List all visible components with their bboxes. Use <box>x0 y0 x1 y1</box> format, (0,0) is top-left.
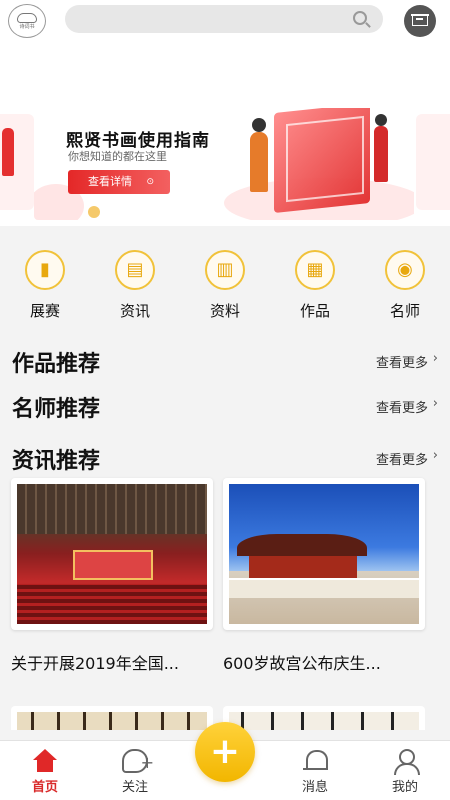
chevron-right-icon[interactable]: › <box>433 351 438 366</box>
decor-dot <box>88 206 100 218</box>
news-card[interactable] <box>11 478 213 630</box>
top-header: 诗词书 <box>0 0 450 108</box>
illustration-head <box>375 114 387 126</box>
inbox-icon <box>411 14 429 26</box>
recommendations: 作品推荐 查看更多 › 名师推荐 查看更多 › 资讯推荐 查看更多 › 关于开展… <box>0 334 450 740</box>
news-card[interactable] <box>11 706 213 730</box>
category-label: 名师 <box>389 302 420 320</box>
home-icon <box>32 749 58 773</box>
chevron-right-icon[interactable]: › <box>433 448 438 463</box>
section-title: 名师推荐 <box>12 397 101 422</box>
decor <box>237 534 367 556</box>
nav-label: 消息 <box>301 780 328 795</box>
view-details-button[interactable]: 查看详情 <box>68 170 170 194</box>
app-logo[interactable]: 诗词书 <box>8 4 46 38</box>
category-label: 资讯 <box>119 302 150 320</box>
category-row: ▮ 展赛 ▤ 资讯 ▥ 资料 ▦ 作品 ◉ 名师 <box>0 250 450 334</box>
follow-icon <box>122 749 154 773</box>
artwork-icon: ▦ <box>295 250 335 290</box>
plus-icon: + <box>209 731 241 772</box>
news-card[interactable] <box>223 706 425 730</box>
inbox-button[interactable] <box>404 5 436 37</box>
logo-text: 诗词书 <box>19 23 35 30</box>
banner-next-card[interactable] <box>416 114 450 210</box>
news-image-calligraphy <box>17 712 207 730</box>
news-image-conference-hall <box>17 484 207 624</box>
category-materials[interactable]: ▥ 资料 <box>180 250 270 334</box>
decor <box>17 584 207 624</box>
nav-label: 我的 <box>391 780 418 795</box>
illustration-head <box>252 118 266 132</box>
trophy-icon: ▮ <box>25 250 65 290</box>
category-news[interactable]: ▤ 资讯 <box>90 250 180 334</box>
banner-slide[interactable]: 熙贤书画使用指南 你想知道的都在这里 查看详情 <box>34 108 414 220</box>
decor <box>229 578 419 598</box>
nav-profile[interactable]: 我的 <box>365 741 445 800</box>
decor <box>17 484 207 534</box>
nav-follow[interactable]: 关注 <box>95 741 175 800</box>
cloud-icon <box>17 12 37 23</box>
chevron-right-icon[interactable]: › <box>433 396 438 411</box>
nav-label: 关注 <box>121 780 148 795</box>
search-icon[interactable] <box>353 11 367 25</box>
category-exhibitions[interactable]: ▮ 展赛 <box>0 250 90 334</box>
news-card[interactable] <box>223 478 425 630</box>
see-more-link[interactable]: 查看更多 <box>376 352 428 371</box>
section-title: 作品推荐 <box>12 352 101 377</box>
illustration-woman <box>250 132 268 192</box>
banner-carousel[interactable]: 熙贤书画使用指南 你想知道的都在这里 查看详情 <box>0 108 450 226</box>
books-icon: ▥ <box>205 250 245 290</box>
category-label: 展赛 <box>29 302 60 320</box>
section-title: 资讯推荐 <box>12 449 101 474</box>
works-section-header: 作品推荐 查看更多 › <box>0 340 450 377</box>
category-works[interactable]: ▦ 作品 <box>270 250 360 334</box>
nav-home[interactable]: 首页 <box>5 741 85 800</box>
banner-subtitle: 你想知道的都在这里 <box>68 150 167 163</box>
news-image-palace <box>229 484 419 624</box>
category-label: 作品 <box>299 302 330 320</box>
illustration-man <box>374 126 388 182</box>
nav-messages[interactable]: 消息 <box>275 741 355 800</box>
illustration-screen-frame <box>286 115 364 203</box>
decor <box>73 550 153 580</box>
decor <box>249 556 357 578</box>
teacher-icon: ◉ <box>385 250 425 290</box>
nav-label: 首页 <box>31 780 58 795</box>
user-icon <box>392 749 420 775</box>
masters-section-header: 名师推荐 查看更多 › <box>0 385 450 422</box>
illustration-figure <box>2 128 14 176</box>
bell-icon <box>302 749 328 773</box>
see-more-link[interactable]: 查看更多 <box>376 449 428 468</box>
see-more-link[interactable]: 查看更多 <box>376 397 428 416</box>
create-post-button[interactable]: + <box>195 722 255 782</box>
category-label: 资料 <box>209 302 240 320</box>
news-image-calligraphy <box>229 712 419 730</box>
news-section-header: 资讯推荐 查看更多 › <box>0 437 450 474</box>
news-caption[interactable]: 600岁故宫公布庆生... <box>223 650 381 674</box>
news-caption[interactable]: 关于开展2019年全国... <box>11 650 179 674</box>
banner-prev-card[interactable] <box>0 114 34 210</box>
news-icon: ▤ <box>115 250 155 290</box>
search-bar[interactable] <box>65 5 383 33</box>
category-masters[interactable]: ◉ 名师 <box>360 250 450 334</box>
